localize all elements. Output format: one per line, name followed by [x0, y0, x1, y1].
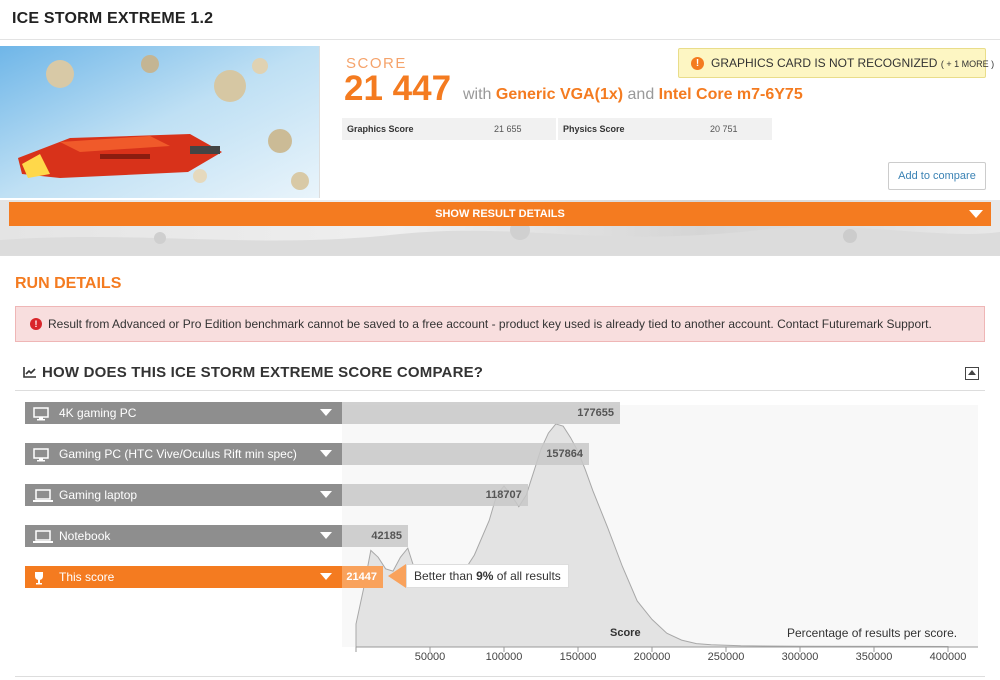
comparison-value: 157864: [546, 448, 584, 460]
x-tick-label: 150000: [559, 651, 597, 663]
chevron-down-icon: [969, 210, 983, 218]
this-score-dropdown[interactable]: This score: [25, 566, 342, 588]
warning-text: GRAPHICS CARD IS NOT RECOGNIZED ( + 1 MO…: [711, 49, 994, 78]
title-bar: ICE STORM EXTREME 1.2: [0, 0, 1000, 40]
exclamation-icon: !: [691, 57, 704, 70]
comparison-label: 4K gaming PC: [59, 406, 137, 420]
line-chart-icon: [23, 367, 36, 378]
score-value: 21 447: [344, 69, 452, 108]
physics-score-cell: Physics Score 20 751: [558, 118, 772, 140]
chevron-down-icon: [320, 409, 332, 416]
show-result-details-label: SHOW RESULT DETAILS: [435, 208, 565, 220]
page-title: ICE STORM EXTREME 1.2: [12, 10, 214, 27]
physics-score-label: Physics Score: [563, 124, 625, 134]
comparison-label: Gaming PC (HTC Vive/Oculus Rift min spec…: [59, 447, 297, 461]
chevron-down-icon: [320, 491, 332, 498]
comparison-dropdown[interactable]: Gaming PC (HTC Vive/Oculus Rift min spec…: [25, 443, 342, 465]
run-details-heading: RUN DETAILS: [15, 275, 122, 292]
with-text: with: [463, 86, 492, 103]
x-tick-label: 400000: [929, 651, 967, 663]
x-tick-label: 300000: [781, 651, 819, 663]
x-tick-label: 100000: [485, 651, 523, 663]
x-tick-label: 350000: [855, 651, 893, 663]
comparison-value: 21447: [346, 571, 377, 583]
callout-prefix: Better than: [414, 569, 473, 583]
laptop-icon: [33, 529, 53, 551]
graphics-score-cell: Graphics Score 21 655: [342, 118, 556, 140]
warning-more-link[interactable]: ( + 1 MORE ): [941, 59, 994, 69]
comparison-label: Gaming laptop: [59, 488, 138, 502]
hardware-summary: with Generic VGA(1x) and Intel Core m7-6…: [463, 86, 803, 104]
warning-message: GRAPHICS CARD IS NOT RECOGNIZED: [711, 56, 938, 70]
monitor-icon: [33, 406, 49, 428]
compare-section-header[interactable]: HOW DOES THIS ICE STORM EXTREME SCORE CO…: [15, 355, 985, 391]
error-text: Result from Advanced or Pro Edition benc…: [48, 317, 932, 331]
x-tick-label: 250000: [707, 651, 745, 663]
comparison-label: Notebook: [59, 529, 111, 543]
comparison-label: This score: [59, 570, 115, 584]
x-tick-label: 200000: [633, 651, 671, 663]
chevron-down-icon: [320, 450, 332, 457]
comparison-dropdown[interactable]: Notebook: [25, 525, 342, 547]
error-alert: ! Result from Advanced or Pro Edition be…: [15, 306, 985, 342]
comparison-dropdown[interactable]: Gaming laptop: [25, 484, 342, 506]
comparison-value: 42185: [371, 530, 402, 542]
y-axis-title: Percentage of results per score.: [787, 626, 958, 640]
collapse-up-icon[interactable]: [965, 367, 979, 380]
laptop-icon: [33, 488, 53, 510]
comparison-dropdown[interactable]: 4K gaming PC: [25, 402, 342, 424]
gpu-name[interactable]: Generic VGA(1x): [496, 86, 623, 103]
graphics-score-value: 21 655: [494, 124, 522, 134]
add-to-compare-button[interactable]: Add to compare: [888, 162, 986, 190]
x-axis-title: Score: [610, 627, 641, 639]
exclamation-circle-icon: !: [30, 318, 42, 330]
better-than-callout: Better than 9% of all results: [406, 564, 569, 588]
x-tick-label: 50000: [414, 651, 446, 663]
graphics-score-label: Graphics Score: [347, 124, 414, 134]
physics-score-value: 20 751: [710, 124, 738, 134]
compare-title: HOW DOES THIS ICE STORM EXTREME SCORE CO…: [42, 364, 484, 381]
monitor-icon: [33, 447, 49, 469]
cpu-name[interactable]: Intel Core m7-6Y75: [659, 86, 803, 103]
callout-percent: 9%: [476, 569, 494, 583]
bottom-divider: [15, 676, 985, 677]
comparison-value: 118707: [485, 489, 522, 501]
result-panel: SCORE 21 447 with Generic VGA(1x) and In…: [0, 40, 1000, 200]
trophy-icon: [33, 570, 45, 592]
callout-suffix: of all results: [496, 569, 561, 583]
comparison-value: 177655: [577, 407, 614, 419]
spaceship-illustration: [0, 46, 319, 198]
graphics-card-warning[interactable]: ! GRAPHICS CARD IS NOT RECOGNIZED ( + 1 …: [678, 48, 994, 78]
callout-arrow: [388, 564, 406, 588]
and-text: and: [627, 86, 655, 103]
show-result-details-bar[interactable]: SHOW RESULT DETAILS: [9, 202, 991, 226]
benchmark-thumbnail: [0, 46, 320, 198]
